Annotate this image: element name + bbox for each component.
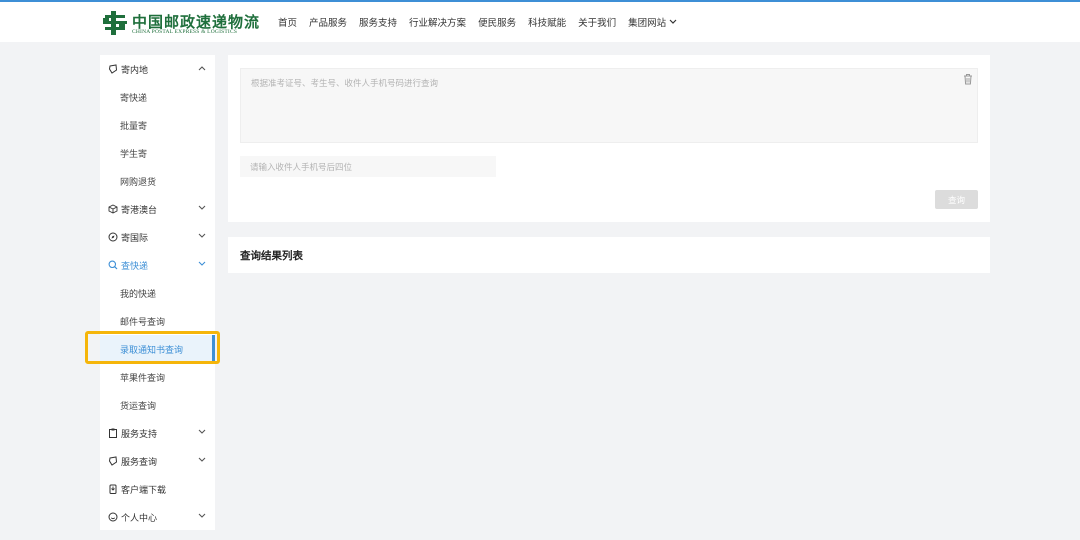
sidebar-group-label: 服务支持 xyxy=(121,428,158,439)
sidebar-group-label: 寄港澳台 xyxy=(121,204,158,215)
chevron-down-icon xyxy=(198,513,206,518)
site-header: 中国邮政速递物流 CHINA POSTAL EXPRESS & LOGISTIC… xyxy=(0,2,1080,42)
sidebar-group-personal-center[interactable]: 个人中心 xyxy=(100,503,215,531)
nav-item-products[interactable]: 产品服务 xyxy=(309,15,347,29)
cube-icon xyxy=(108,204,118,214)
nav-item-solutions[interactable]: 行业解决方案 xyxy=(409,15,466,29)
sidebar-item-my-express[interactable]: 我的快递 xyxy=(100,279,215,307)
nav-item-technology[interactable]: 科技赋能 xyxy=(528,15,566,29)
nav-item-group-sites-label: 集团网站 xyxy=(628,18,667,29)
sidebar-item-freight-query[interactable]: 货运查询 xyxy=(100,391,215,419)
sidebar-group-service-support[interactable]: 服务支持 xyxy=(100,419,215,447)
chevron-down-icon xyxy=(198,457,206,462)
device-icon xyxy=(108,484,118,494)
sidebar-item-send-express[interactable]: 寄快递 xyxy=(100,83,215,111)
shield-icon xyxy=(108,64,118,74)
main-nav: 首页 产品服务 服务支持 行业解决方案 便民服务 科技赋能 关于我们 集团网站 xyxy=(278,2,689,42)
active-indicator xyxy=(212,335,215,363)
sidebar-group-international[interactable]: 寄国际 xyxy=(100,223,215,251)
chevron-down-icon xyxy=(198,429,206,434)
brand-name-en: CHINA POSTAL EXPRESS & LOGISTICS xyxy=(132,29,238,35)
chevron-down-icon xyxy=(198,205,206,210)
trash-icon[interactable] xyxy=(962,73,974,85)
sidebar-item-online-return[interactable]: 网购退货 xyxy=(100,167,215,195)
results-title: 查询结果列表 xyxy=(240,250,303,262)
nav-item-about[interactable]: 关于我们 xyxy=(578,15,616,29)
nav-item-convenience[interactable]: 便民服务 xyxy=(478,15,516,29)
sidebar-group-track-express[interactable]: 查快递 xyxy=(100,251,215,279)
shield-icon xyxy=(108,456,118,466)
sidebar-group-label: 查快递 xyxy=(121,260,149,271)
sidebar-group-label: 寄国际 xyxy=(121,232,149,243)
sidebar-group-label: 寄内地 xyxy=(121,64,149,75)
nav-item-group-sites[interactable]: 集团网站 xyxy=(628,15,677,29)
sidebar-item-admission-letter-query[interactable]: 录取通知书查询 xyxy=(100,335,215,363)
smile-icon xyxy=(108,512,118,522)
sidebar-item-apple-query[interactable]: 苹果件查询 xyxy=(100,363,215,391)
brand-logo[interactable]: 中国邮政速递物流 CHINA POSTAL EXPRESS & LOGISTIC… xyxy=(102,8,259,38)
nav-item-home[interactable]: 首页 xyxy=(278,15,297,29)
sidebar-group-label: 服务查询 xyxy=(121,456,158,467)
china-post-logo-icon xyxy=(103,11,127,35)
chevron-down-icon xyxy=(198,261,206,266)
results-panel: 查询结果列表 xyxy=(228,237,990,273)
sidebar-item-student-send[interactable]: 学生寄 xyxy=(100,139,215,167)
sidebar-group-label: 客户端下载 xyxy=(121,484,167,495)
chevron-down-icon xyxy=(198,233,206,238)
nav-item-support[interactable]: 服务支持 xyxy=(359,15,397,29)
phone-last4-input[interactable]: 请输入收件人手机号后四位 xyxy=(240,156,496,177)
sidebar-group-hk-macau-tw[interactable]: 寄港澳台 xyxy=(100,195,215,223)
clipboard-icon xyxy=(108,428,118,438)
sidebar-group-client-download[interactable]: 客户端下载 xyxy=(100,475,215,503)
sidebar-item-mail-number-query[interactable]: 邮件号查询 xyxy=(100,307,215,335)
sidebar-group-service-query[interactable]: 服务查询 xyxy=(100,447,215,475)
sidebar-group-label: 个人中心 xyxy=(121,512,158,523)
query-textarea[interactable]: 根据准考证号、考生号、收件人手机号码进行查询 xyxy=(240,68,978,143)
sidebar-item-bulk-send[interactable]: 批量寄 xyxy=(100,111,215,139)
sidebar-item-label: 录取通知书查询 xyxy=(120,344,184,355)
sidebar-group-domestic[interactable]: 寄内地 xyxy=(100,55,215,83)
sidebar: 寄内地 寄快递 批量寄 学生寄 网购退货 寄港澳台 寄国际 查快递 我的快递 邮… xyxy=(100,55,215,530)
chevron-down-icon xyxy=(669,19,677,24)
chevron-up-icon xyxy=(198,66,206,71)
query-button[interactable]: 查询 xyxy=(935,190,978,209)
compass-icon xyxy=(108,232,118,242)
search-icon xyxy=(108,260,118,270)
query-panel: 根据准考证号、考生号、收件人手机号码进行查询 请输入收件人手机号后四位 查询 xyxy=(228,55,990,222)
